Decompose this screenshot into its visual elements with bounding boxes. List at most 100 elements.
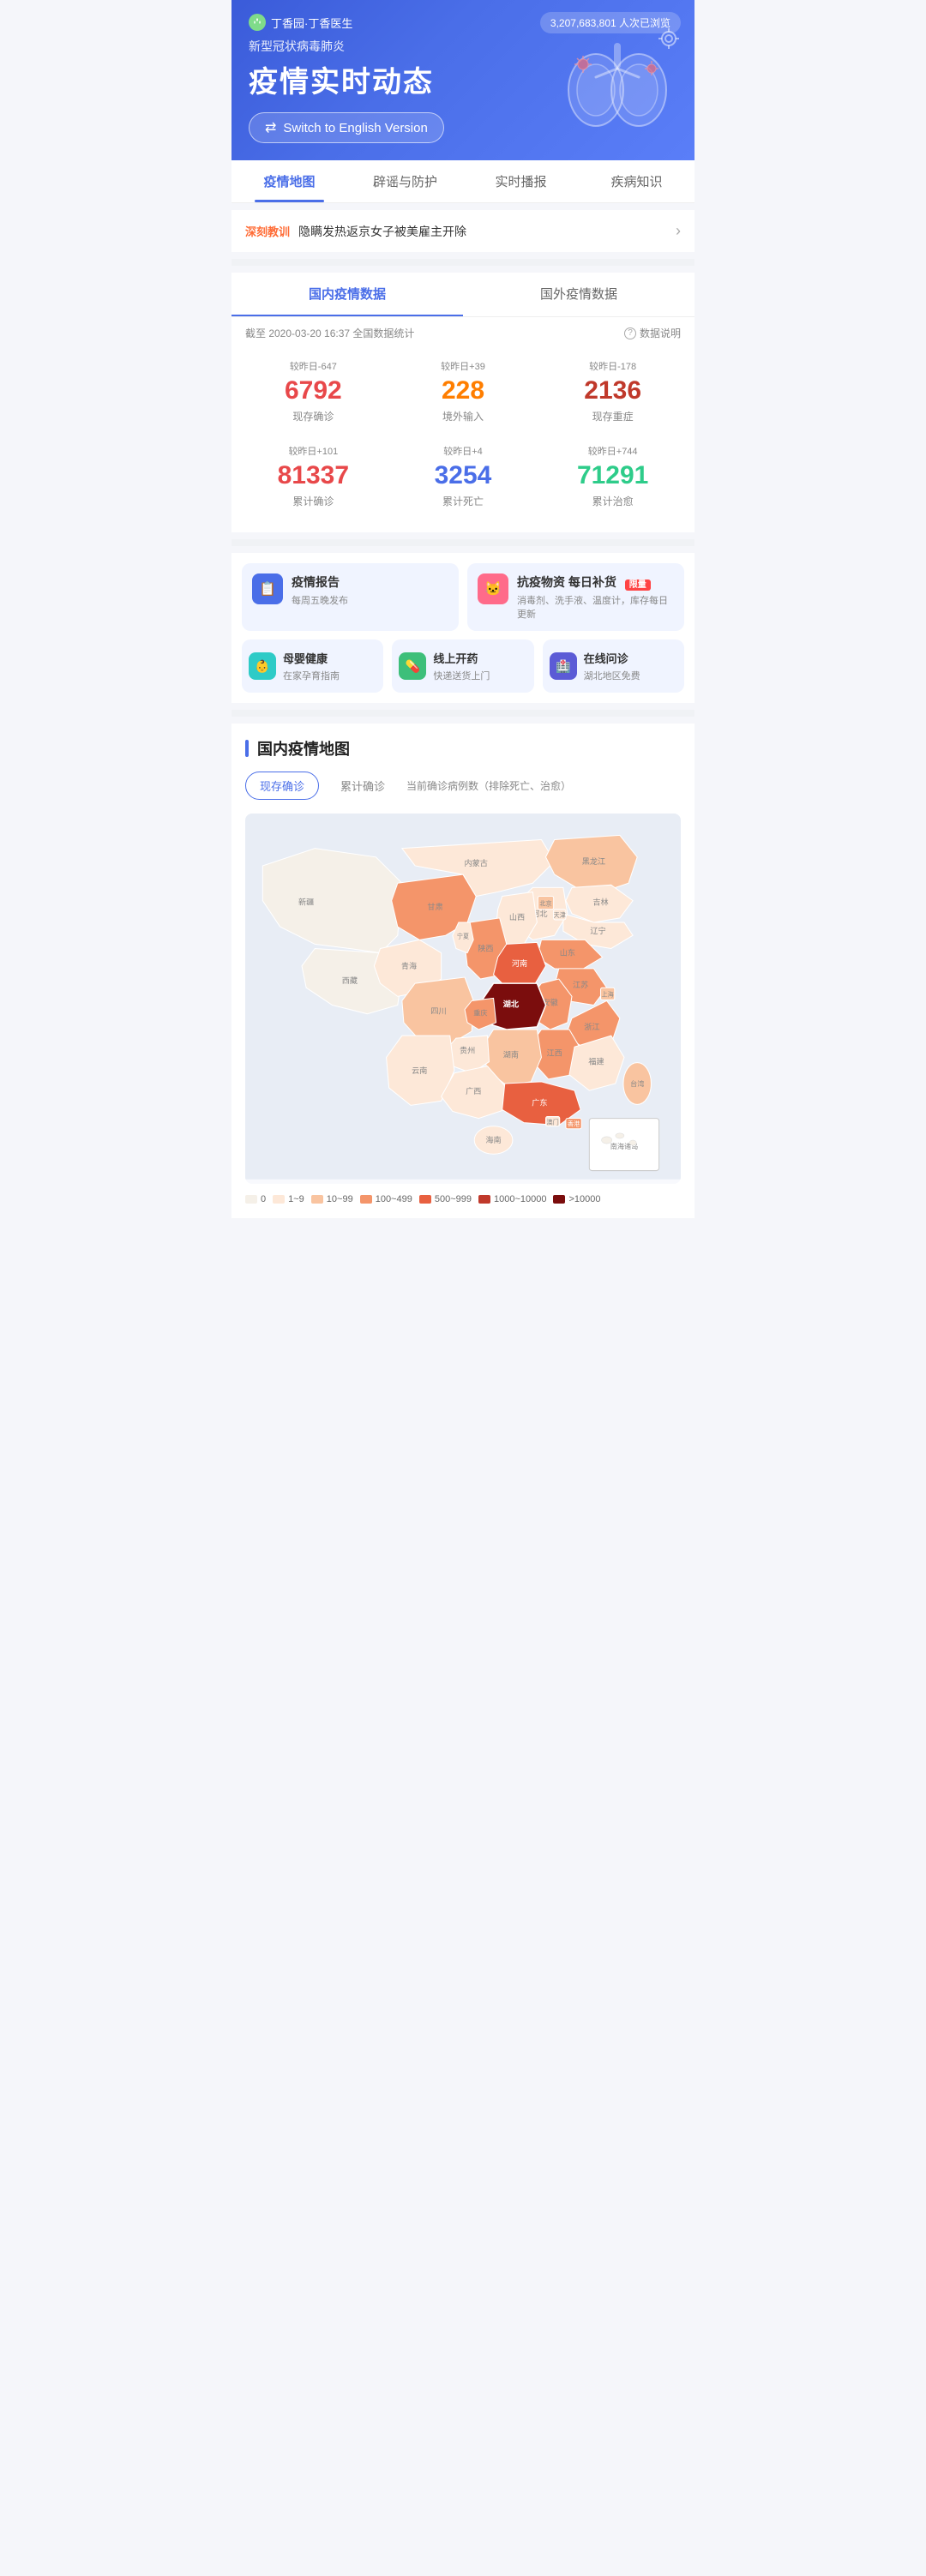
chongqing-label: 重庆 [473, 1009, 487, 1018]
stat-value-4: 3254 [395, 461, 532, 490]
lung-decoration [549, 26, 686, 137]
service-title-3: 线上开药 [433, 650, 490, 666]
stats-grid: 较昨日-647 6792 现存确诊 较昨日+39 228 境外输入 较昨日-17… [232, 349, 694, 532]
consult-icon: 🏥 [556, 659, 570, 674]
stat-delta-2: 较昨日-178 [544, 359, 681, 373]
legend-label-3: 100~499 [376, 1194, 412, 1204]
shaanxi-label: 陕西 [478, 944, 493, 953]
stat-total-confirmed: 较昨日+101 81337 累计确诊 [238, 434, 388, 519]
stat-value-2: 2136 [544, 376, 681, 405]
calendar-check-icon: 📋 [259, 580, 276, 597]
service-card-content-1: 抗疫物资 每日补货 限量 消毒剂、洗手液、温度计，库存每日更新 [517, 573, 674, 621]
service-section: 📋 疫情报告 每周五晚发布 🐱 抗疫物资 每日补货 限量 消毒剂、洗手液、温度计… [232, 553, 694, 703]
stat-delta-3: 较昨日+101 [245, 444, 382, 458]
english-btn-label: Switch to English Version [283, 121, 427, 135]
legend-color-5 [478, 1195, 490, 1204]
legend-label-0: 0 [261, 1194, 266, 1204]
logo-text: 丁香园·丁香医生 [271, 15, 352, 31]
hongkong-label: 香港 [568, 1120, 580, 1128]
qinghai-label: 青海 [401, 961, 417, 970]
stat-value-1: 228 [395, 376, 532, 405]
stat-delta-5: 较昨日+744 [544, 444, 681, 458]
nanhai-island-1 [602, 1137, 612, 1144]
map-filter-row: 现存确诊 累计确诊 当前确诊病例数（排除死亡、治愈） [245, 772, 681, 800]
stat-value-0: 6792 [245, 376, 382, 405]
service-card-online-consult[interactable]: 🏥 在线问诊 湖北地区免费 [543, 639, 684, 693]
service-card-mother-health[interactable]: 👶 母婴健康 在家孕育指南 [242, 639, 383, 693]
news-arrow-icon: › [676, 222, 681, 240]
stat-delta-0: 较昨日-647 [245, 359, 382, 373]
guangdong-label: 广东 [532, 1097, 547, 1107]
stat-label-2: 现存重症 [544, 409, 681, 423]
online-medicine-icon-wrap: 💊 [399, 652, 426, 680]
service-card-epidemic-report[interactable]: 📋 疫情报告 每周五晚发布 [242, 563, 459, 631]
legend-color-0 [245, 1195, 257, 1204]
zhejiang-label: 浙江 [584, 1022, 599, 1031]
tab-live-broadcast[interactable]: 实时播报 [463, 160, 579, 202]
filter-btn-current[interactable]: 现存确诊 [245, 772, 319, 800]
guizhou-label: 贵州 [460, 1045, 475, 1054]
tab-disease-knowledge[interactable]: 疾病知识 [579, 160, 694, 202]
henan-label: 河南 [512, 958, 527, 968]
stat-current-confirmed: 较昨日-647 6792 现存确诊 [238, 349, 388, 434]
english-version-button[interactable]: ⇄ Switch to English Version [249, 112, 444, 143]
liaoning-label: 辽宁 [590, 926, 605, 935]
legend-label-5: 1000~10000 [494, 1194, 546, 1204]
legend-color-6 [553, 1195, 565, 1204]
service-card-content-4: 在线问诊 湖北地区免费 [584, 650, 640, 682]
hunan-label: 湖南 [503, 1049, 519, 1059]
stat-total-deaths: 较昨日+4 3254 累计死亡 [388, 434, 538, 519]
stat-label-3: 累计确诊 [245, 494, 382, 508]
filter-btn-total[interactable]: 累计确诊 [326, 772, 400, 800]
stat-delta-4: 较昨日+4 [395, 444, 532, 458]
stat-label-5: 累计治愈 [544, 494, 681, 508]
legend-item-1: 1~9 [273, 1194, 304, 1204]
heilongjiang-label: 黑龙江 [582, 856, 605, 866]
service-row-3: 👶 母婴健康 在家孕育指南 💊 线上开药 快递送货上门 🏥 在线问诊 湖北地区免… [242, 639, 684, 693]
header-banner: 丁香园·丁香医生 3,207,683,801 人次已浏览 新型冠状病毒肺炎 疫情… [232, 0, 694, 160]
epidemic-report-icon-wrap: 📋 [252, 573, 283, 604]
service-subtitle-3: 快递送货上门 [433, 669, 490, 682]
legend-color-2 [311, 1195, 323, 1204]
data-timestamp-row: 截至 2020-03-20 16:37 全国数据统计 ? 数据说明 [232, 317, 694, 349]
stat-label-1: 境外输入 [395, 409, 532, 423]
china-map-container: 新疆 西藏 青海 甘肃 内蒙古 黑龙江 吉林 辽宁 河北 [245, 814, 681, 1184]
tab-rumor-prevention[interactable]: 辟谣与防护 [347, 160, 463, 202]
jiangsu-label: 江苏 [573, 980, 588, 989]
service-card-supplies[interactable]: 🐱 抗疫物资 每日补货 限量 消毒剂、洗手液、温度计，库存每日更新 [467, 563, 684, 631]
stat-value-3: 81337 [245, 461, 382, 490]
tab-overseas-data[interactable]: 国外疫情数据 [463, 273, 694, 316]
filter-description: 当前确诊病例数（排除死亡、治愈） [406, 778, 571, 793]
stat-label-0: 现存确诊 [245, 409, 382, 423]
service-card-content-3: 线上开药 快递送货上门 [433, 650, 490, 682]
xinjiang-label: 新疆 [298, 898, 314, 907]
legend-label-6: >10000 [568, 1194, 600, 1204]
stat-value-5: 71291 [544, 461, 681, 490]
legend-label-4: 500~999 [435, 1194, 472, 1204]
legend-color-3 [360, 1195, 372, 1204]
legend-item-5: 1000~10000 [478, 1194, 546, 1204]
service-title-2: 母婴健康 [283, 650, 340, 666]
news-banner[interactable]: 深刻教训 隐瞒发热返京女子被美雇主开除 › [232, 210, 694, 252]
fujian-label: 福建 [588, 1057, 604, 1066]
tab-domestic-data[interactable]: 国内疫情数据 [232, 273, 463, 316]
service-card-online-medicine[interactable]: 💊 线上开药 快递送货上门 [392, 639, 533, 693]
nanhai-island-2 [616, 1133, 624, 1138]
medicine-icon: 💊 [406, 659, 420, 674]
legend-item-6: >10000 [553, 1194, 600, 1204]
data-help[interactable]: ? 数据说明 [624, 326, 681, 340]
supplies-icon: 🐱 [484, 580, 502, 597]
service-subtitle-2: 在家孕育指南 [283, 669, 340, 682]
tab-epidemic-map[interactable]: 疫情地图 [232, 160, 347, 202]
timestamp-text: 截至 2020-03-20 16:37 全国数据统计 [245, 326, 414, 340]
data-tabs: 国内疫情数据 国外疫情数据 [232, 273, 694, 317]
legend-item-0: 0 [245, 1194, 266, 1204]
divider [232, 259, 694, 266]
beijing-label: 北京 [539, 900, 551, 908]
sichuan-label: 四川 [430, 1007, 446, 1016]
legend-label-1: 1~9 [288, 1194, 304, 1204]
limited-badge: 限量 [625, 579, 651, 591]
shanghai-label: 上海 [602, 990, 614, 998]
stat-severe: 较昨日-178 2136 现存重症 [538, 349, 688, 434]
xizang-label: 西藏 [342, 976, 358, 985]
